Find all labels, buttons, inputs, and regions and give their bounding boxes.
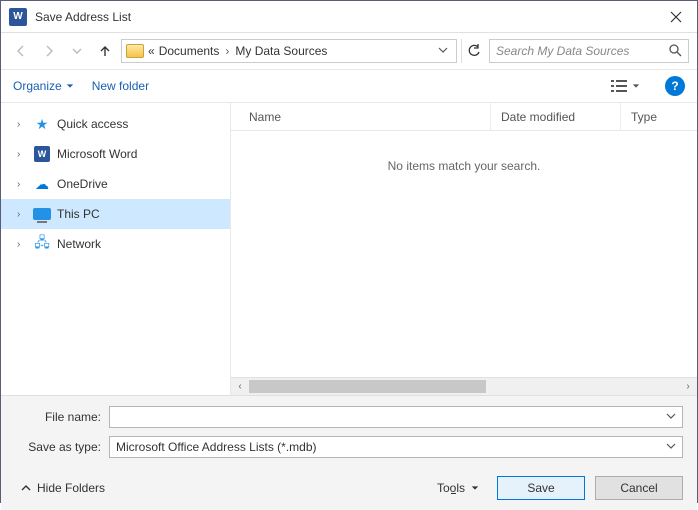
scroll-thumb[interactable] (249, 380, 486, 393)
column-header-date[interactable]: Date modified (491, 103, 621, 130)
save-as-type-select[interactable]: Microsoft Office Address Lists (*.mdb) (109, 436, 683, 458)
column-header-row: Name Date modified Type (231, 103, 697, 131)
help-button[interactable]: ? (665, 76, 685, 96)
chevron-down-icon (66, 82, 74, 90)
scroll-right-icon[interactable]: › (679, 378, 697, 395)
navigation-tree: › ★ Quick access › W Microsoft Word › ☁ … (1, 103, 231, 395)
chevron-up-icon (21, 483, 31, 493)
close-icon (670, 11, 682, 23)
chevron-down-icon (72, 46, 82, 56)
search-box[interactable] (489, 39, 689, 63)
organize-button[interactable]: Organize (13, 79, 74, 93)
organize-label: Organize (13, 79, 62, 93)
body-area: › ★ Quick access › W Microsoft Word › ☁ … (1, 103, 697, 395)
chevron-down-icon (666, 441, 676, 451)
tools-label: Tools (437, 481, 465, 495)
expand-caret-icon[interactable]: › (17, 179, 27, 190)
refresh-icon (467, 44, 481, 58)
back-button[interactable] (9, 39, 33, 63)
monitor-icon (33, 206, 51, 222)
sidebar-item-label: OneDrive (57, 177, 108, 191)
tools-button[interactable]: Tools (429, 477, 487, 499)
save-as-type-label: Save as type: (15, 440, 101, 454)
file-name-label: File name: (15, 410, 101, 424)
forward-button[interactable] (37, 39, 61, 63)
network-icon: 🖧 (33, 236, 51, 252)
sidebar-item-network[interactable]: › 🖧 Network (1, 229, 230, 259)
address-bar[interactable]: « Documents › My Data Sources (121, 39, 457, 63)
toolbar: Organize New folder ? (1, 69, 697, 103)
search-icon (668, 43, 682, 60)
breadcrumb-prefix: « (148, 44, 155, 58)
horizontal-scrollbar[interactable]: ‹ › (231, 377, 697, 395)
file-name-input[interactable] (109, 406, 683, 428)
expand-caret-icon[interactable]: › (17, 149, 27, 160)
folder-icon (126, 44, 144, 58)
arrow-right-icon (42, 44, 56, 58)
file-name-dropdown[interactable] (666, 410, 676, 424)
view-options-button[interactable] (603, 76, 647, 96)
file-list-area: Name Date modified Type No items match y… (231, 103, 697, 395)
title-bar: W Save Address List (1, 1, 697, 33)
sidebar-item-microsoft-word[interactable]: › W Microsoft Word (1, 139, 230, 169)
refresh-button[interactable] (461, 39, 485, 63)
column-header-type[interactable]: Type (621, 103, 697, 130)
expand-caret-icon[interactable]: › (17, 119, 27, 130)
sidebar-item-quick-access[interactable]: › ★ Quick access (1, 109, 230, 139)
help-icon: ? (671, 79, 678, 93)
sidebar-item-label: Network (57, 237, 101, 251)
search-input[interactable] (496, 44, 662, 58)
breadcrumb-seg-mydatasources[interactable]: My Data Sources (235, 44, 327, 58)
column-header-name[interactable]: Name (231, 103, 491, 130)
chevron-down-icon (632, 82, 640, 90)
up-button[interactable] (93, 39, 117, 63)
breadcrumb-separator: › (223, 44, 231, 58)
chevron-down-icon (471, 484, 479, 492)
cloud-icon: ☁ (33, 176, 51, 192)
empty-list-message: No items match your search. (231, 131, 697, 377)
expand-caret-icon[interactable]: › (17, 239, 27, 250)
recent-dropdown[interactable] (65, 39, 89, 63)
scroll-track[interactable] (249, 378, 679, 395)
save-button[interactable]: Save (497, 476, 585, 500)
star-icon: ★ (33, 116, 51, 132)
chevron-down-icon (438, 45, 448, 55)
hide-folders-button[interactable]: Hide Folders (15, 481, 105, 495)
arrow-up-icon (98, 44, 112, 58)
scroll-left-icon[interactable]: ‹ (231, 378, 249, 395)
arrow-left-icon (14, 44, 28, 58)
sidebar-item-this-pc[interactable]: › This PC (1, 199, 230, 229)
address-dropdown[interactable] (434, 44, 452, 58)
breadcrumb-seg-documents[interactable]: Documents (159, 44, 220, 58)
sidebar-item-onedrive[interactable]: › ☁ OneDrive (1, 169, 230, 199)
window-title: Save Address List (35, 10, 655, 24)
save-type-dropdown[interactable] (666, 440, 676, 454)
sidebar-item-label: Quick access (57, 117, 128, 131)
sidebar-item-label: This PC (57, 207, 100, 221)
nav-bar: « Documents › My Data Sources (1, 33, 697, 69)
word-app-icon: W (9, 8, 27, 26)
hide-folders-label: Hide Folders (37, 481, 105, 495)
new-folder-label: New folder (92, 79, 149, 93)
save-panel: File name: Save as type: Microsoft Offic… (1, 395, 697, 510)
footer-row: Hide Folders Tools Save Cancel (15, 466, 683, 506)
list-view-icon (610, 79, 628, 93)
sidebar-item-label: Microsoft Word (57, 147, 137, 161)
chevron-down-icon (666, 411, 676, 421)
word-icon: W (33, 146, 51, 162)
new-folder-button[interactable]: New folder (92, 79, 149, 93)
expand-caret-icon[interactable]: › (17, 209, 27, 220)
save-as-type-value: Microsoft Office Address Lists (*.mdb) (116, 440, 317, 454)
close-button[interactable] (655, 1, 697, 33)
cancel-button[interactable]: Cancel (595, 476, 683, 500)
